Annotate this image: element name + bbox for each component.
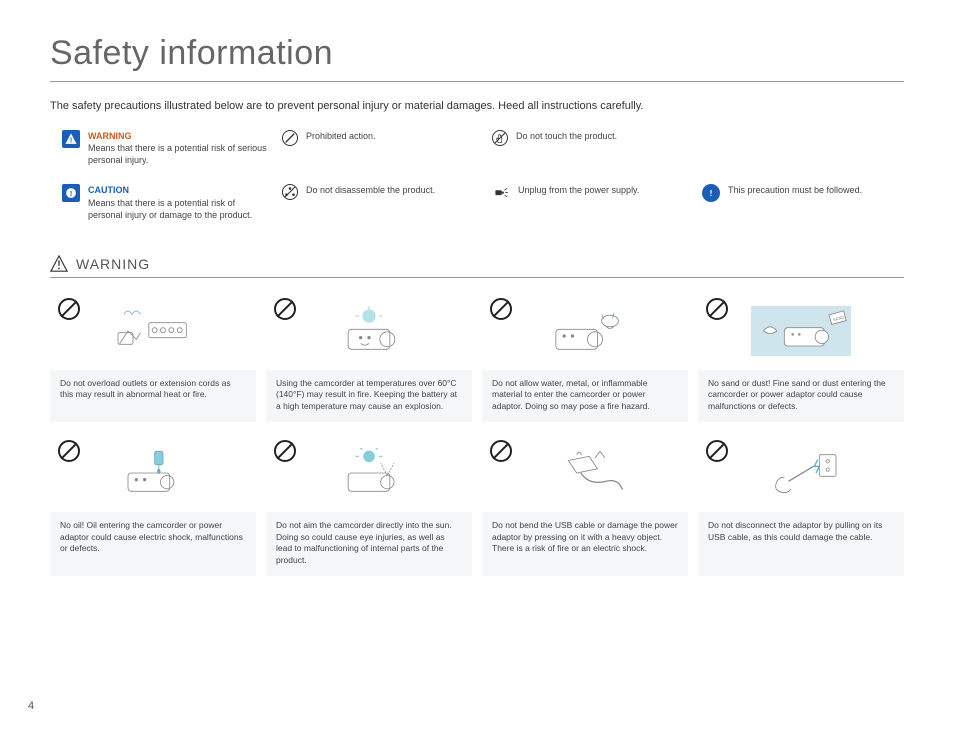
card-bend-cable: Do not bend the USB cable or damage the …: [482, 434, 688, 576]
card-bend-cable-text: Do not bend the USB cable or damage the …: [482, 512, 688, 554]
card-overload-text: Do not overload outlets or extension cor…: [50, 370, 256, 401]
legend-prohibited: Prohibited action.: [282, 130, 482, 166]
legend-caution-desc: Means that there is a potential risk of …: [88, 198, 252, 220]
legend-caution-title: CAUTION: [88, 184, 272, 196]
legend-caution: ! CAUTION Means that there is a potentia…: [62, 184, 272, 220]
intro-text: The safety precautions illustrated below…: [50, 100, 904, 112]
legend-unplug: Unplug from the power supply.: [492, 184, 692, 220]
svg-text:!: !: [70, 138, 72, 145]
card-sun-illustration: [266, 434, 472, 512]
warning-section-header: WARNING: [50, 255, 904, 278]
legend-warning-title: WARNING: [88, 130, 272, 142]
card-disconnect: Do not disconnect the adaptor by pulling…: [698, 434, 904, 576]
card-water-metal-text: Do not allow water, metal, or inflammabl…: [482, 370, 688, 412]
card-sand-dust-illustration: SAND: [698, 292, 904, 370]
prohibit-icon: [274, 298, 296, 320]
legend-must-follow-text: This precaution must be followed.: [728, 184, 862, 220]
prohibited-icon: [282, 130, 298, 146]
card-temperature-text: Using the camcorder at temperatures over…: [266, 370, 472, 412]
legend-warning: ! WARNING Means that there is a potentia…: [62, 130, 272, 166]
card-temperature: Using the camcorder at temperatures over…: [266, 292, 472, 422]
legend-warning-desc: Means that there is a potential risk of …: [88, 143, 267, 165]
prohibit-icon: [490, 298, 512, 320]
card-oil-text: No oil! Oil entering the camcorder or po…: [50, 512, 256, 554]
legend-must-follow: ! This precaution must be followed.: [702, 184, 902, 220]
unplug-icon: [492, 184, 510, 202]
prohibit-icon: [706, 440, 728, 462]
legend-no-touch-text: Do not touch the product.: [516, 130, 617, 166]
svg-text:!: !: [710, 188, 713, 198]
card-temperature-illustration: [266, 292, 472, 370]
legend-grid: ! WARNING Means that there is a potentia…: [62, 130, 904, 221]
card-oil: No oil! Oil entering the camcorder or po…: [50, 434, 256, 576]
prohibit-icon: [706, 298, 728, 320]
card-sun-text: Do not aim the camcorder directly into t…: [266, 512, 472, 566]
card-sun: Do not aim the camcorder directly into t…: [266, 434, 472, 576]
legend-disassemble-text: Do not disassemble the product.: [306, 184, 435, 220]
card-bend-cable-illustration: [482, 434, 688, 512]
card-water-metal-illustration: [482, 292, 688, 370]
card-sand-dust: SAND No sand or dust! Fine sand or dust …: [698, 292, 904, 422]
prohibit-icon: [58, 298, 80, 320]
legend-no-touch: Do not touch the product.: [492, 130, 692, 166]
warning-section-icon: [50, 255, 68, 273]
legend-disassemble: Do not disassemble the product.: [282, 184, 482, 220]
card-overload: Do not overload outlets or extension cor…: [50, 292, 256, 422]
caution-circle-icon: !: [62, 184, 80, 202]
svg-text:!: !: [70, 189, 73, 198]
warning-triangle-icon: !: [62, 130, 80, 148]
no-touch-icon: [492, 130, 508, 146]
warning-section-label: WARNING: [76, 256, 150, 272]
prohibit-icon: [58, 440, 80, 462]
card-disconnect-text: Do not disconnect the adaptor by pulling…: [698, 512, 904, 543]
card-overload-illustration: [50, 292, 256, 370]
prohibit-icon: [274, 440, 296, 462]
page-number: 4: [28, 700, 34, 712]
warning-cards-row-2: No oil! Oil entering the camcorder or po…: [50, 434, 904, 576]
legend-unplug-text: Unplug from the power supply.: [518, 184, 639, 220]
card-water-metal: Do not allow water, metal, or inflammabl…: [482, 292, 688, 422]
card-disconnect-illustration: [698, 434, 904, 512]
legend-prohibited-text: Prohibited action.: [306, 130, 376, 166]
warning-cards-row-1: Do not overload outlets or extension cor…: [50, 292, 904, 422]
prohibit-icon: [490, 440, 512, 462]
card-oil-illustration: [50, 434, 256, 512]
no-disassemble-icon: [282, 184, 298, 200]
card-sand-dust-text: No sand or dust! Fine sand or dust enter…: [698, 370, 904, 412]
must-follow-icon: !: [702, 184, 720, 202]
page-title: Safety information: [50, 34, 904, 82]
legend-spacer-1: [702, 130, 902, 166]
